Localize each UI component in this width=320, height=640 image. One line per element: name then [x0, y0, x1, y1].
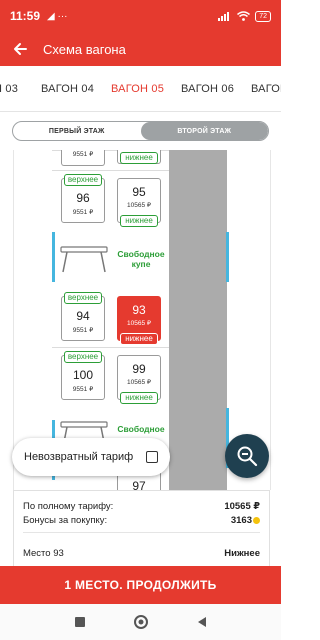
bonus-coin-icon [253, 516, 260, 524]
wifi-icon [237, 11, 251, 21]
bonus-amount: 3163 [231, 515, 260, 526]
seat-93-selected[interactable]: 93 10565 ₽ нижнее [117, 296, 161, 345]
continue-button[interactable]: 1 МЕСТО. ПРОДОЛЖИТЬ [0, 566, 281, 604]
car-tabs: Н 03 ВАГОН 04 ВАГОН 05 ВАГОН 06 ВАГОН [0, 66, 281, 112]
first-floor-option[interactable]: ПЕРВЫЙ ЭТАЖ [13, 122, 141, 140]
system-nav-bar [0, 604, 281, 640]
app-bar: Схема вагона [0, 32, 281, 66]
system-icons: 72 [218, 10, 271, 22]
seat-number: 95 [132, 185, 146, 199]
back-icon[interactable] [196, 616, 208, 628]
seat-berth-tag: верхнее [64, 292, 102, 304]
seat-94[interactable]: верхнее 94 9551 ₽ [61, 292, 105, 341]
seat-berth-tag: нижнее [120, 333, 158, 345]
seat-berth-tag: нижнее [120, 215, 158, 227]
corridor [169, 150, 227, 490]
seat-number: 97 [132, 479, 146, 490]
seat-number: 96 [76, 191, 90, 205]
table-icon [60, 246, 108, 273]
clock: 11:59 [10, 9, 41, 23]
seat-partial[interactable]: нижнее [117, 150, 161, 164]
signal-icon [218, 12, 230, 21]
selected-seat-type: Нижнее [224, 548, 260, 559]
booking-summary: По полному тарифу: 10565 ₽ Бонусы за пок… [13, 490, 270, 566]
seat-price: 10565 ₽ [126, 202, 152, 209]
notification-icons: ◢ ··· [47, 10, 68, 22]
window-marker [52, 232, 55, 282]
zoom-out-button[interactable] [225, 434, 269, 478]
seat-99[interactable]: 99 10565 ₽ нижнее [117, 355, 161, 404]
tab-car-06[interactable]: ВАГОН 06 [181, 83, 234, 95]
seat-number: 100 [72, 368, 94, 382]
second-floor-option[interactable]: ВТОРОЙ ЭТАЖ [140, 122, 268, 140]
nonrefundable-tariff-toggle[interactable]: Невозвратный тариф [12, 438, 170, 476]
seat-price: 9551 ₽ [72, 386, 94, 393]
seat-95[interactable]: 95 10565 ₽ нижнее [117, 178, 161, 227]
seat-number: 99 [132, 362, 146, 376]
bonus-label: Бонусы за покупку: [23, 515, 108, 526]
full-fare-label: По полному тарифу: [23, 501, 114, 512]
window-marker [226, 232, 229, 282]
tab-car-07[interactable]: ВАГОН [251, 83, 281, 95]
free-compartment-label: Свободное купе [114, 249, 168, 269]
seat-berth-tag: верхнее [64, 174, 102, 186]
selected-seat-label: Место 93 [23, 548, 64, 559]
seat-number: 93 [132, 303, 146, 317]
battery-icon: 72 [255, 10, 271, 22]
seat-berth-tag: нижнее [120, 152, 158, 164]
home-icon[interactable] [133, 614, 149, 630]
seat-partial[interactable]: 9551 ₽ [61, 150, 105, 166]
full-fare-value: 10565 ₽ [224, 501, 260, 512]
seat-96[interactable]: верхнее 96 9551 ₽ [61, 174, 105, 223]
full-fare-row: По полному тарифу: 10565 ₽ [23, 501, 260, 512]
recents-icon[interactable] [74, 616, 86, 628]
status-bar: 11:59 ◢ ··· 72 [0, 0, 281, 32]
tab-car-05[interactable]: ВАГОН 05 [111, 83, 164, 95]
seat-price: 9551 ₽ [72, 151, 94, 158]
floor-toggle: ПЕРВЫЙ ЭТАЖ ВТОРОЙ ЭТАЖ [12, 121, 269, 141]
tab-car-03[interactable]: Н 03 [0, 83, 18, 95]
bonus-row: Бонусы за покупку: 3163 [23, 515, 260, 526]
seat-number: 94 [76, 309, 90, 323]
seat-berth-tag: верхнее [64, 351, 102, 363]
nonrefundable-checkbox[interactable] [146, 451, 158, 463]
free-compartment-line: купе [131, 259, 151, 269]
seat-price: 10565 ₽ [126, 379, 152, 386]
tab-car-04[interactable]: ВАГОН 04 [41, 83, 94, 95]
seat-berth-tag: нижнее [120, 392, 158, 404]
seat-price: 10565 ₽ [126, 320, 152, 327]
divider [23, 532, 260, 533]
seat-price: 9551 ₽ [72, 327, 94, 334]
seat-price: 9551 ₽ [72, 209, 94, 216]
back-arrow-icon[interactable] [11, 40, 29, 58]
seat-100[interactable]: верхнее 100 9551 ₽ [61, 351, 105, 400]
free-compartment-label: Свободное [114, 424, 168, 434]
zoom-out-icon [237, 446, 258, 467]
free-compartment-line: Свободное [117, 424, 165, 434]
page-title: Схема вагона [43, 41, 126, 57]
seat-row: Место 93 Нижнее [23, 548, 260, 559]
nonrefundable-tariff-label: Невозвратный тариф [24, 451, 134, 463]
bonus-value: 3163 [230, 515, 252, 526]
free-compartment-line: Свободное [117, 249, 165, 259]
